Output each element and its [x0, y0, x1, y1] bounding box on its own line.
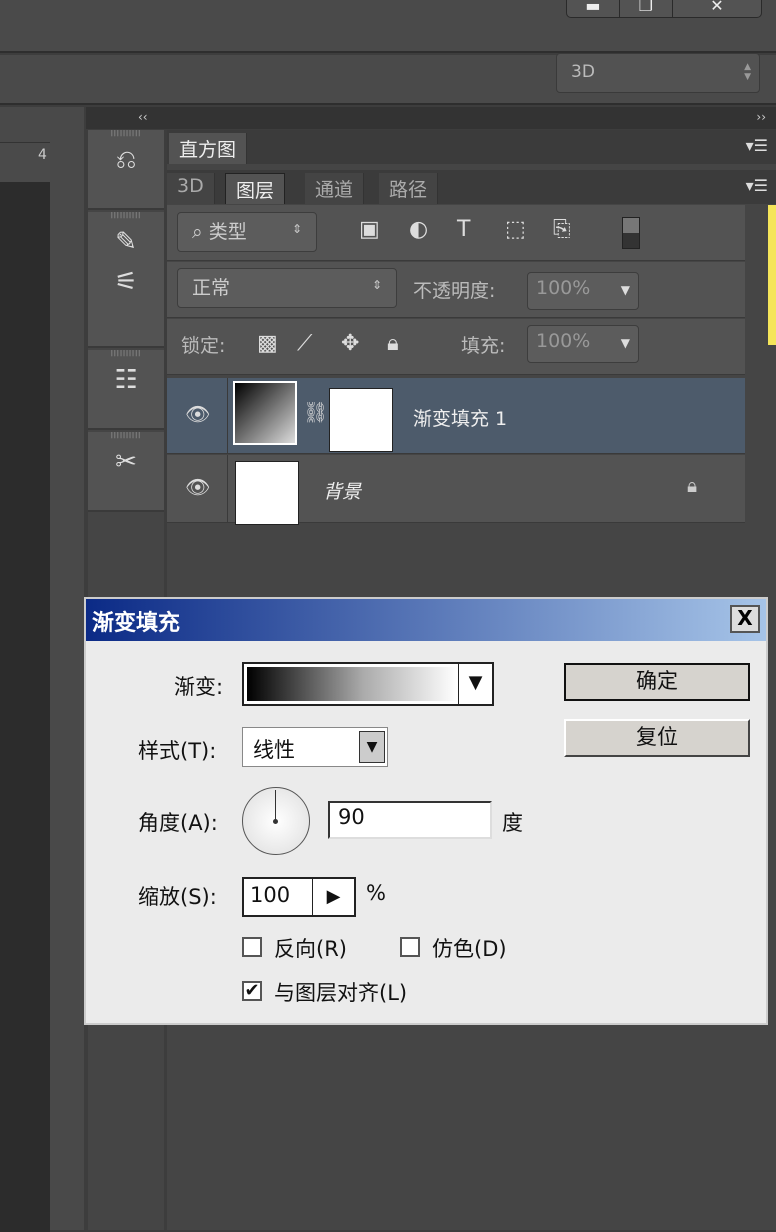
angle-label: 角度(A):: [138, 811, 218, 835]
ok-button[interactable]: 确定: [564, 663, 750, 701]
filter-value: 类型: [208, 221, 247, 243]
type-filter-icon[interactable]: T: [457, 217, 470, 242]
opacity-label: 不透明度:: [413, 280, 496, 302]
fill-value: 100%: [536, 330, 591, 352]
link-icon[interactable]: ⛓: [303, 400, 328, 424]
gradient-label: 渐变:: [174, 675, 224, 699]
align-checkbox[interactable]: ✔: [242, 981, 262, 1001]
gradient-dropdown-arrow[interactable]: ▼: [458, 664, 492, 704]
reverse-checkbox[interactable]: [242, 937, 262, 957]
panel-collapse-bar: ‹‹ ››: [86, 107, 776, 129]
brushes-icon[interactable]: ✎: [88, 222, 164, 262]
gradient-thumbnail: [233, 381, 297, 445]
angle-input[interactable]: 90: [328, 801, 492, 839]
history-icon[interactable]: ⎌: [88, 140, 164, 180]
opacity-field[interactable]: 100% ▼: [527, 272, 639, 310]
lock-transparent-icon[interactable]: ▩: [257, 331, 278, 356]
canvas[interactable]: [0, 182, 50, 1232]
blend-mode-value: 正常: [192, 277, 231, 299]
tab-histogram[interactable]: 直方图: [169, 133, 248, 164]
fill-field[interactable]: 100% ▼: [527, 325, 639, 363]
close-dialog-button[interactable]: X: [730, 605, 760, 633]
options-bar: 3D ▲ ▼: [0, 53, 776, 105]
layer-name[interactable]: 背景: [323, 477, 361, 504]
layer-thumbnail: [235, 461, 299, 525]
window-controls: ▬ ❐ ✕: [566, 0, 762, 18]
gradient-fill-dialog: 渐变填充 X 渐变: ▼ 样式(T): 线性 ▼ 角度(A): 90 度 缩放(…: [84, 597, 768, 1025]
ruler-mark: 4: [38, 147, 47, 163]
panel-menu-icon[interactable]: ▾☰: [746, 136, 768, 155]
workspace-select[interactable]: 3D ▲ ▼: [556, 53, 760, 93]
dither-label[interactable]: 仿色(D): [432, 933, 507, 963]
scale-unit: %: [366, 881, 386, 905]
scale-slider-button[interactable]: ▶: [312, 879, 354, 915]
visibility-eye-icon[interactable]: 👁︎: [185, 402, 210, 426]
pixel-filter-icon[interactable]: ▣: [359, 217, 380, 242]
layer-row[interactable]: 👁︎ 背景 🔒︎: [167, 455, 745, 525]
restore-button[interactable]: ❐: [620, 0, 673, 17]
reverse-label[interactable]: 反向(R): [274, 933, 347, 963]
side-tab: [768, 205, 776, 345]
dialog-title: 渐变填充: [86, 599, 766, 641]
layer-row[interactable]: 👁︎ ⛓ 渐变填充 1: [167, 378, 745, 454]
angle-dial[interactable]: [242, 787, 310, 855]
style-label: 样式(T):: [138, 739, 217, 763]
angle-unit: 度: [502, 811, 523, 835]
document-area: 4: [0, 107, 84, 1232]
mask-thumbnail[interactable]: [329, 388, 393, 452]
minimize-button[interactable]: ▬: [567, 0, 620, 17]
blend-mode-select[interactable]: 正常 ⇕: [177, 268, 397, 308]
lock-icon: 🔒︎: [687, 475, 698, 497]
grip[interactable]: ||||||||||: [88, 432, 164, 442]
opacity-value: 100%: [536, 277, 591, 299]
clone-source-icon[interactable]: ☷: [88, 360, 164, 400]
scale-input[interactable]: 100: [250, 883, 290, 907]
align-label[interactable]: 与图层对齐(L): [274, 977, 407, 1007]
gradient-preview[interactable]: [247, 667, 457, 701]
updown-icon: ▲ ▼: [744, 62, 751, 82]
tab-channels[interactable]: 通道: [305, 173, 365, 204]
grip[interactable]: ||||||||||: [88, 350, 164, 360]
tab-paths[interactable]: 路径: [379, 173, 439, 204]
style-select[interactable]: 线性 ▼: [242, 727, 388, 767]
grip[interactable]: ||||||||||: [88, 212, 164, 222]
brush-settings-icon[interactable]: ⚟: [88, 262, 164, 302]
collapse-left-button[interactable]: ‹‹: [138, 110, 148, 124]
filter-toggle[interactable]: [622, 217, 640, 249]
close-window-button[interactable]: ✕: [673, 0, 761, 17]
filter-type-select[interactable]: ⌕ 类型 ⇕: [177, 212, 317, 252]
visibility-eye-icon[interactable]: 👁︎: [185, 475, 210, 499]
grip[interactable]: ||||||||||: [88, 130, 164, 140]
gradient-picker[interactable]: ▼: [242, 662, 494, 706]
tab-3d[interactable]: 3D: [167, 173, 215, 204]
tools-icon[interactable]: ✂: [88, 442, 164, 482]
lock-position-icon[interactable]: ✥: [341, 331, 359, 356]
lock-pixels-icon[interactable]: ⟋: [297, 331, 312, 356]
shape-filter-icon[interactable]: ⬚: [505, 217, 526, 242]
panel-menu-icon[interactable]: ▾☰: [746, 176, 768, 195]
layer-name[interactable]: 渐变填充 1: [413, 404, 507, 431]
style-dropdown-arrow[interactable]: ▼: [359, 731, 385, 763]
scale-field: 100 ▶: [242, 877, 356, 917]
smart-object-filter-icon[interactable]: ⎘: [553, 217, 571, 242]
ruler: 4: [0, 142, 50, 182]
expand-right-button[interactable]: ››: [756, 110, 766, 124]
reset-button[interactable]: 复位: [564, 719, 750, 757]
fill-label: 填充:: [461, 335, 506, 357]
title-bar: ▬ ❐ ✕: [0, 0, 776, 53]
lock-all-icon[interactable]: 🔒︎: [387, 331, 399, 356]
lock-label: 锁定:: [181, 335, 226, 357]
dither-checkbox[interactable]: [400, 937, 420, 957]
adjustment-filter-icon[interactable]: ◐: [409, 217, 428, 242]
scale-label: 缩放(S):: [138, 885, 217, 909]
style-value: 线性: [253, 738, 295, 762]
tab-layers[interactable]: 图层: [225, 173, 286, 204]
workspace-value: 3D: [571, 62, 595, 82]
